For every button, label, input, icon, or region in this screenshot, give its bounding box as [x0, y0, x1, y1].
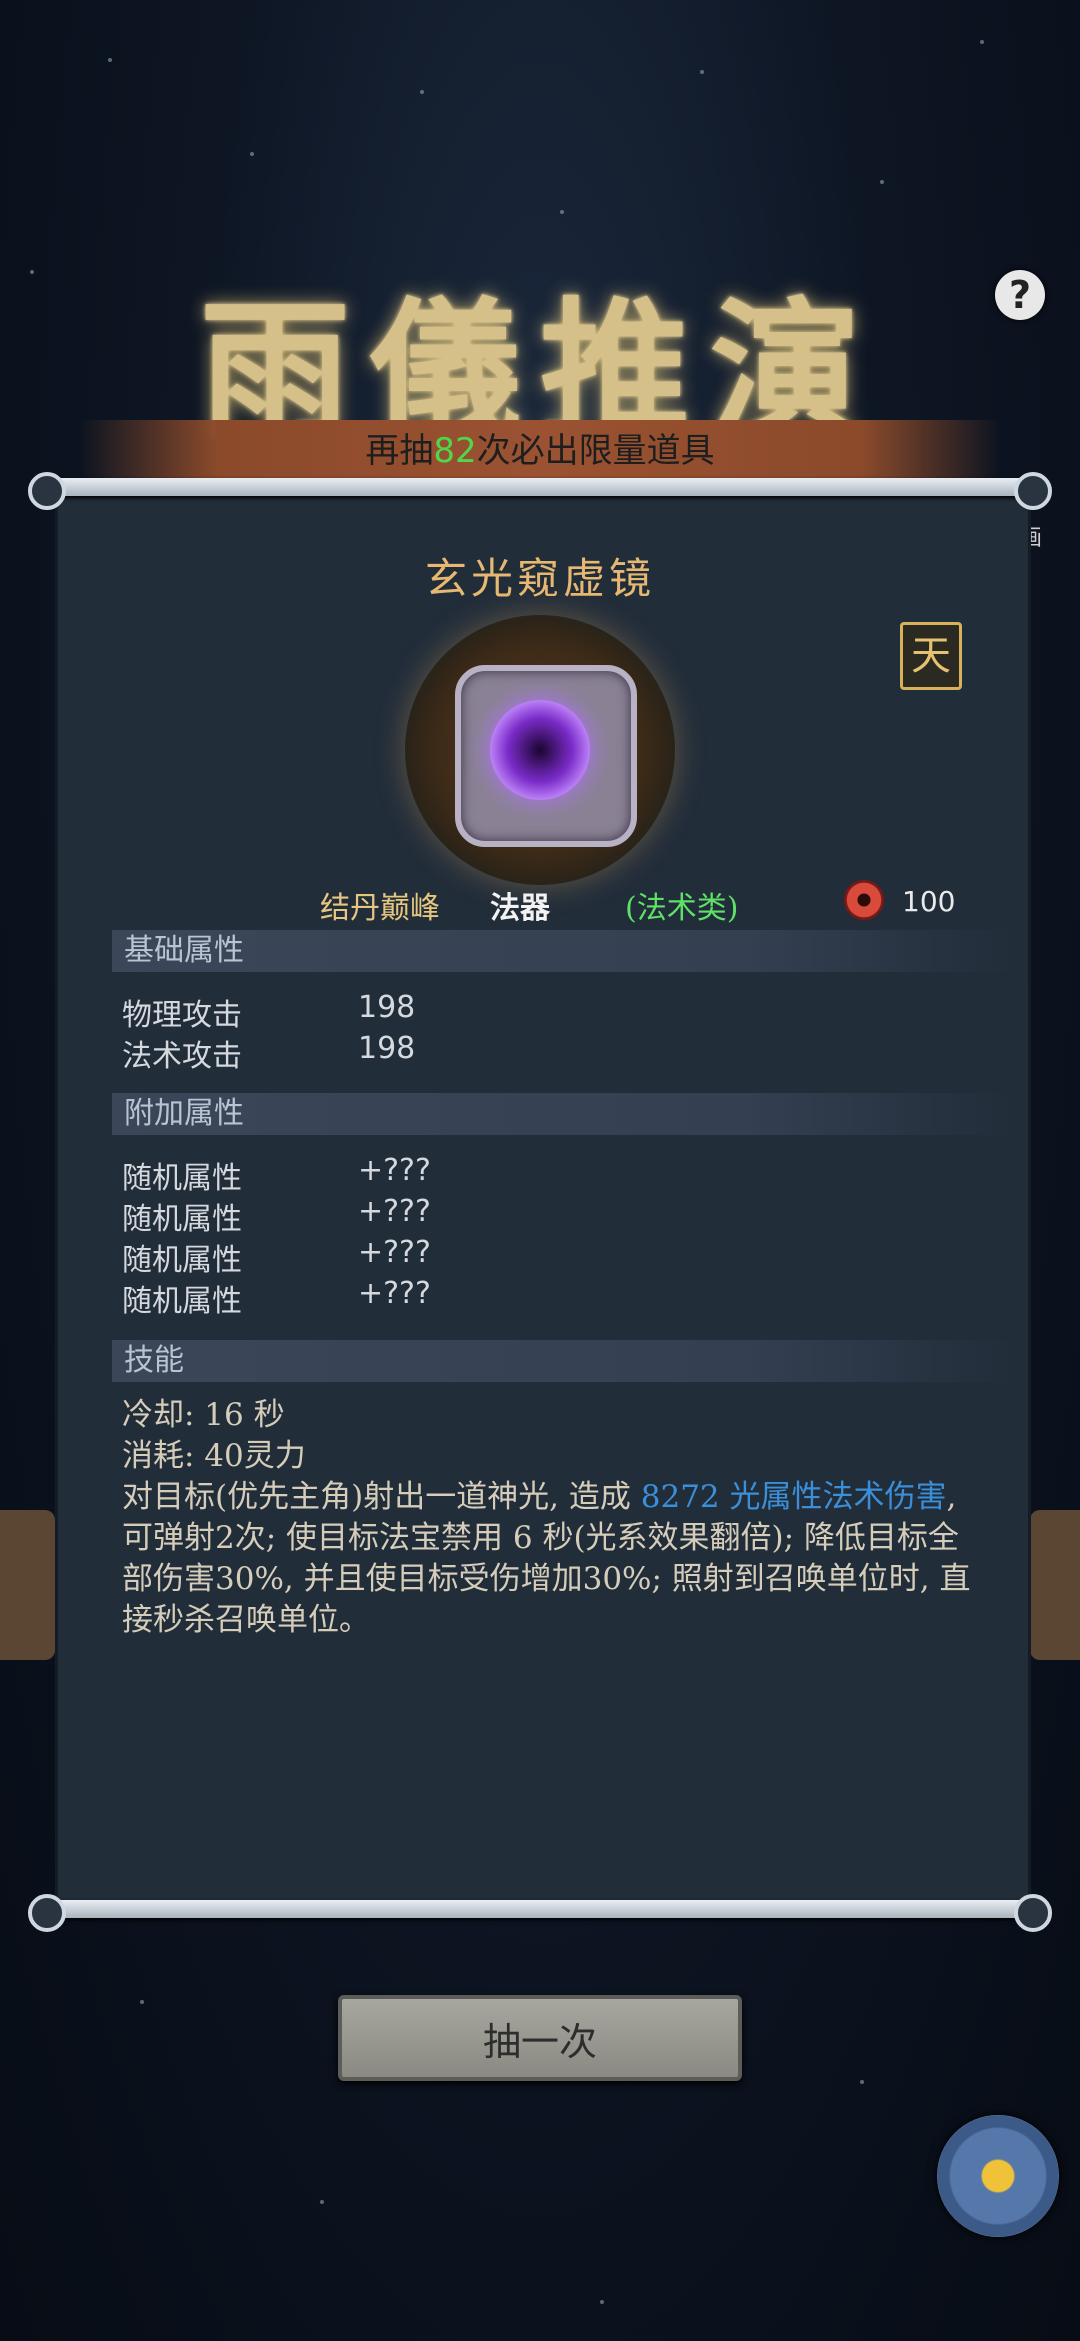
attr-label: 随机属性 [122, 1284, 242, 1319]
skill-description: 冷却: 16 秒 消耗: 40灵力 对目标(优先主角)射出一道神光, 造成 82… [122, 1395, 972, 1641]
extra-attrs-heading: 附加属性 [112, 1093, 1012, 1135]
attr-value: 198 [358, 1031, 416, 1066]
pity-banner: 再抽82次必出限量道具 [80, 420, 1000, 482]
attr-label: 随机属性 [122, 1202, 242, 1237]
banner-prefix: 再抽 [365, 431, 434, 471]
swirl-icon[interactable] [937, 2115, 1059, 2237]
scroll-rod-bottom [28, 1894, 1052, 1932]
attr-value: +??? [358, 1194, 431, 1229]
side-decoration-left [0, 1510, 55, 1660]
skill-effect: 对目标(优先主角)射出一道神光, 造成 8272 光属性法术伤害, 可弹射2次;… [122, 1477, 972, 1641]
attr-value: +??? [358, 1235, 431, 1270]
vortex-icon [490, 700, 590, 800]
skill-damage: 8272 光属性法术伤害 [640, 1479, 947, 1515]
item-realm: 结丹巅峰 [320, 891, 440, 926]
help-icon[interactable]: ? [995, 270, 1045, 320]
skill-heading: 技能 [112, 1340, 1012, 1382]
attr-value: 198 [358, 990, 416, 1025]
base-attrs-heading: 基础属性 [112, 930, 1012, 972]
attr-label: 物理攻击 [122, 998, 242, 1033]
side-decoration-right [1030, 1510, 1080, 1660]
attr-value: +??? [358, 1153, 431, 1188]
attr-label: 随机属性 [122, 1243, 242, 1278]
grade-badge: 天 [900, 622, 962, 690]
attr-value: +??? [358, 1276, 431, 1311]
spirit-cost-icon [844, 880, 884, 920]
scroll-rod-top [28, 472, 1052, 510]
draw-once-button[interactable]: 抽一次 [338, 1995, 742, 2081]
skill-cooldown: 冷却: 16 秒 [122, 1397, 285, 1433]
item-name: 玄光窥虚镜 [424, 554, 655, 603]
attr-label: 法术攻击 [122, 1039, 242, 1074]
banner-count: 82 [433, 431, 477, 471]
banner-suffix: 次必出限量道具 [476, 431, 715, 471]
item-kind: 法器 [490, 891, 550, 926]
skill-effect-text: 对目标(优先主角)射出一道神光, 造成 [122, 1479, 641, 1515]
attr-label: 随机属性 [122, 1161, 242, 1196]
item-category: (法术类) [625, 891, 739, 926]
spirit-cost-value: 100 [902, 885, 956, 918]
skill-consume: 消耗: 40灵力 [122, 1438, 306, 1474]
